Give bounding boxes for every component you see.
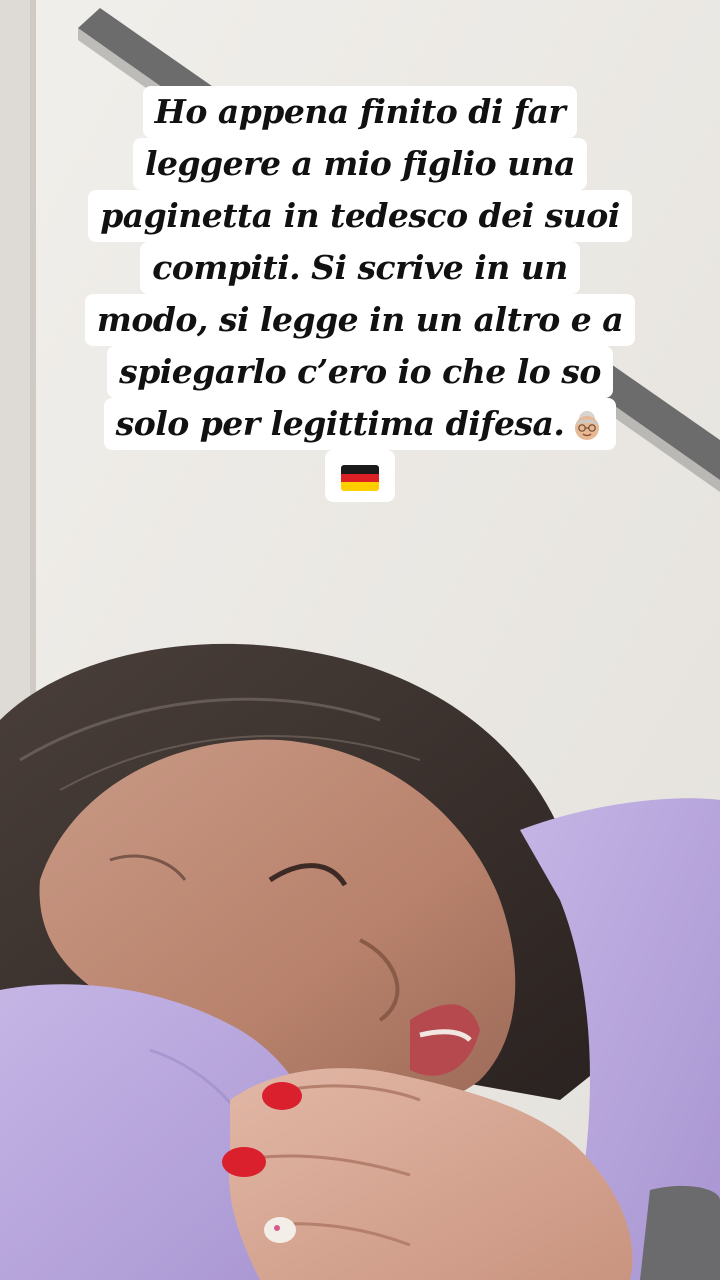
red-nail bbox=[222, 1147, 266, 1177]
flag-badge bbox=[325, 450, 395, 502]
red-nail bbox=[262, 1082, 302, 1110]
caption-line: leggere a mio figlio una bbox=[132, 138, 588, 190]
gray-fabric bbox=[640, 1185, 720, 1280]
nail-decoration bbox=[274, 1225, 280, 1231]
caption-text: solo per legittima difesa. bbox=[115, 404, 565, 443]
white-nail bbox=[264, 1217, 296, 1243]
caption-line: spiegarlo c’ero io che lo so bbox=[107, 346, 613, 398]
caption-line: Ho appena finito di far bbox=[142, 86, 578, 138]
germany-flag-icon bbox=[341, 465, 379, 491]
caption-line: modo, si legge in un altro e a bbox=[84, 294, 636, 346]
caption-line: paginetta in tedesco dei suoi bbox=[88, 190, 632, 242]
caption-line: compiti. Si scrive in un bbox=[140, 242, 580, 294]
story-caption: Ho appena finito di far leggere a mio fi… bbox=[0, 86, 720, 502]
old-woman-emoji-icon bbox=[575, 411, 600, 440]
caption-line-last: solo per legittima difesa. bbox=[103, 398, 617, 450]
